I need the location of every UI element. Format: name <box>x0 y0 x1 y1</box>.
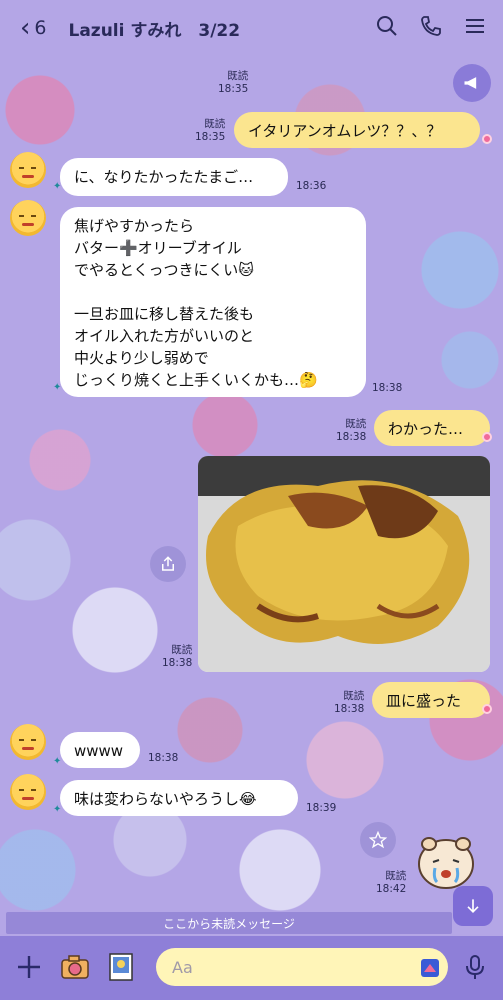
message-time: 18:36 <box>296 180 327 192</box>
message-list: 既読 18:35 既読 18:35 イタリアンオムレツ？？、？ ✦ に、なりたかった… <box>0 0 503 1000</box>
message-meta: 既読 18:35 <box>195 118 226 143</box>
message-time: 18:38 <box>372 382 403 394</box>
message-input[interactable]: Aa <box>156 948 448 986</box>
photo-message[interactable] <box>198 456 490 672</box>
sticker-icon[interactable] <box>418 956 442 980</box>
avatar[interactable] <box>10 152 46 188</box>
outgoing-message[interactable]: わかった… <box>374 410 490 446</box>
sticker-message[interactable] <box>415 832 477 892</box>
incoming-message[interactable]: に、なりたかったたまご… <box>60 158 288 196</box>
message-time: 18:38 <box>148 752 179 764</box>
share-button[interactable] <box>150 546 186 582</box>
flower-decoration <box>482 432 492 442</box>
message-meta: 既読 18:38 <box>334 690 365 715</box>
plus-icon[interactable] <box>14 952 44 982</box>
message-meta: 既読 18:42 <box>376 870 407 895</box>
read-receipt: 既読 18:35 <box>218 70 249 95</box>
sparkle-icon: ✦ <box>53 382 62 393</box>
flower-decoration <box>482 134 492 144</box>
omelette-photo <box>198 456 490 672</box>
incoming-message[interactable]: 焦げやすかったら バター➕オリーブオイル でやるとくっつきにくい🐱 一旦お皿に移… <box>60 207 366 397</box>
arrow-down-icon <box>467 899 479 914</box>
favorite-button[interactable] <box>360 822 396 858</box>
scroll-down-button[interactable] <box>453 886 493 926</box>
microphone-icon[interactable] <box>460 952 490 982</box>
avatar[interactable] <box>10 724 46 760</box>
incoming-message[interactable]: wwww <box>60 732 140 768</box>
sparkle-icon: ✦ <box>53 804 62 815</box>
message-meta: 既読 18:38 <box>162 644 193 669</box>
outgoing-message[interactable]: 皿に盛った <box>372 682 490 718</box>
sparkle-icon: ✦ <box>53 756 62 767</box>
gallery-icon[interactable] <box>106 952 136 982</box>
message-meta: 既読 18:38 <box>336 418 367 443</box>
share-icon <box>162 556 174 571</box>
sparkle-icon: ✦ <box>53 181 62 192</box>
outgoing-message[interactable]: イタリアンオムレツ？？、？ <box>234 112 480 148</box>
unread-divider: ここから未読メッセージ <box>6 912 452 934</box>
flower-decoration <box>482 704 492 714</box>
avatar[interactable] <box>10 200 46 236</box>
star-icon <box>369 831 387 849</box>
input-placeholder: Aa <box>172 957 193 977</box>
message-time: 18:39 <box>306 802 337 814</box>
camera-icon[interactable] <box>60 952 90 982</box>
avatar[interactable] <box>10 774 46 810</box>
input-bar: Aa <box>0 936 503 1000</box>
incoming-message[interactable]: 味は変わらないやろうし😂 <box>60 780 298 816</box>
